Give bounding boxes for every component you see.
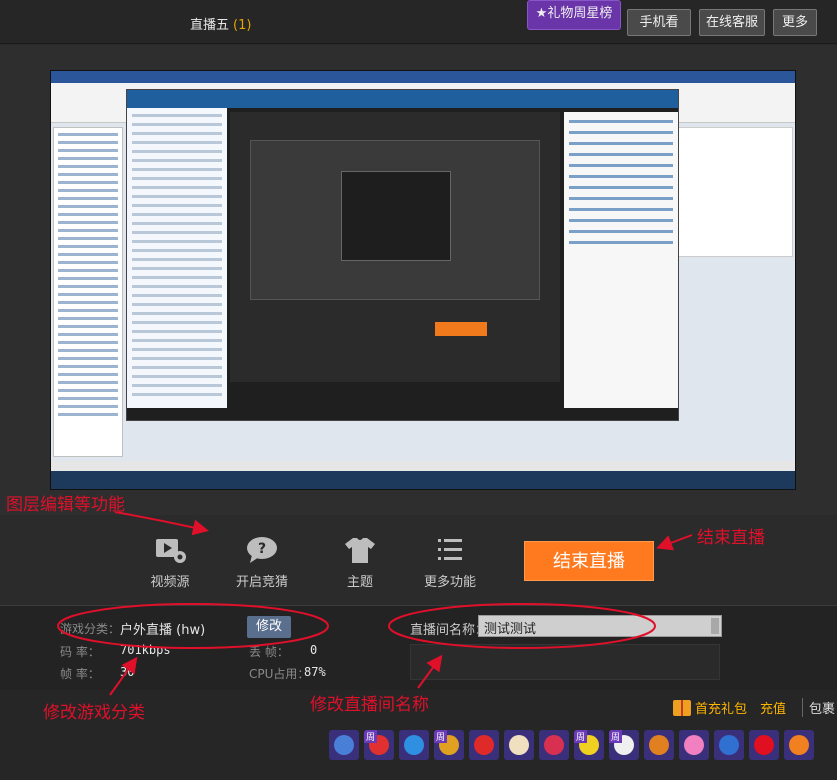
gift-icon-shape [684, 735, 704, 755]
gift-icon-shape [789, 735, 809, 755]
recharge-link[interactable]: 充值 [760, 698, 786, 717]
gift-box-icon [673, 700, 691, 716]
blue-bird-icon[interactable] [399, 730, 429, 760]
preview-statusbar [51, 461, 795, 471]
basketball-icon[interactable] [784, 730, 814, 760]
heart-box-icon[interactable]: 周 [364, 730, 394, 760]
modify-game-button[interactable]: 修改 [247, 616, 291, 638]
room-name-scrollbar[interactable] [711, 618, 719, 634]
preview-taskbar [51, 471, 795, 489]
end-live-button[interactable]: 结束直播 [524, 541, 654, 581]
bitrate-label: 码 率： [60, 645, 100, 659]
list-icon [432, 535, 468, 565]
video-source-icon [152, 535, 188, 565]
apple-icon[interactable] [469, 730, 499, 760]
bitrate-value: 701kbps [120, 643, 171, 657]
room-title-text: 直播五 [190, 18, 230, 33]
gift-icon-shape [474, 735, 494, 755]
penguin-icon[interactable]: 周 [609, 730, 639, 760]
preview-contacts [127, 108, 227, 408]
gift-icon-shape [509, 735, 529, 755]
preview-live-app [126, 89, 679, 421]
room-viewer-count: (1) [233, 18, 252, 33]
annotation-modify-room: 修改直播间名称 [310, 695, 429, 715]
cpu-usage-label: CPU占用： [249, 667, 310, 681]
video-source-button[interactable]: 视频源 [145, 535, 195, 590]
gift-icon-shape [649, 735, 669, 755]
online-service-button[interactable]: 在线客服 [699, 9, 765, 36]
preview-app-header [127, 90, 678, 108]
quiz-bubble-icon: ? [244, 535, 280, 565]
annotation-modify-game: 修改游戏分类 [43, 703, 145, 723]
wave-icon[interactable] [714, 730, 744, 760]
rocket-icon[interactable] [329, 730, 359, 760]
first-recharge-gift-label: 首充礼包 [695, 702, 748, 717]
gift-rank-button[interactable]: ★礼物周星榜 [527, 0, 621, 30]
gift-icon-shape [334, 735, 354, 755]
stream-info-panel: 游戏分类： 户外直播 (hw) 修改 码 率： 701kbps 帧 率： 30 … [0, 605, 837, 690]
frame-rate-value: 30 [120, 665, 135, 679]
stream-preview-screen [50, 70, 796, 490]
phone-watch-button[interactable]: 手机看 [627, 9, 691, 36]
preview-chat-panel [564, 112, 678, 408]
gift-icon-shape [719, 735, 739, 755]
weekly-badge: 周 [609, 730, 623, 743]
preview-nested-window-inner [341, 171, 451, 261]
cute-icon[interactable] [679, 730, 709, 760]
lost-frames-label: 丢 帧： [249, 645, 289, 659]
gift-icon-shape [544, 735, 564, 755]
shirt-icon [342, 535, 378, 565]
lost-frames-value: 0 [310, 643, 318, 657]
svg-text:?: ? [258, 541, 266, 557]
first-recharge-gift-link[interactable]: 首充礼包 [673, 698, 747, 717]
gift-icon-shape [754, 735, 774, 755]
preview-window-titlebar [51, 71, 795, 83]
room-name-value: 测试测试 [484, 622, 537, 637]
room-notice-box[interactable] [410, 644, 720, 680]
weekly-badge: 周 [434, 730, 448, 743]
preview-stage [230, 112, 560, 382]
room-name-label: 直播间名称： [410, 623, 489, 638]
package-link[interactable]: 包裹 [802, 698, 835, 717]
more-functions-label: 更多功能 [423, 575, 476, 590]
game-category-value: 户外直播 (hw) [120, 623, 206, 638]
preview-nested-window [250, 140, 540, 300]
cpu-usage-value: 87% [304, 665, 326, 679]
weekly-badge: 周 [574, 730, 588, 743]
red-envelope-icon[interactable] [749, 730, 779, 760]
room-title: 直播五 (1) [190, 14, 251, 33]
annotation-layer-edit: 图层编辑等功能 [6, 495, 125, 515]
video-source-label: 视频源 [150, 575, 190, 590]
gift-list: 周周周周 [329, 730, 829, 762]
preview-doc-outline [53, 127, 123, 457]
preview-doc-page [671, 127, 793, 257]
top-bar: 直播五 (1) ★礼物周星榜 手机看 在线客服 更多 [0, 0, 837, 44]
more-button[interactable]: 更多 [773, 9, 817, 36]
gold-cart-icon[interactable]: 周 [434, 730, 464, 760]
gift-icon-shape [404, 735, 424, 755]
annotation-end-live: 结束直播 [697, 528, 765, 548]
theme-label: 主题 [346, 575, 373, 590]
awesome-icon[interactable] [644, 730, 674, 760]
start-quiz-label: 开启竞猜 [235, 575, 288, 590]
weekly-badge: 周 [364, 730, 378, 743]
stream-preview-area [0, 45, 837, 515]
preview-end-button-mini [435, 322, 487, 336]
game-category-label: 游戏分类： [60, 622, 121, 636]
chick-icon[interactable]: 周 [574, 730, 604, 760]
start-quiz-button[interactable]: ? 开启竞猜 [232, 535, 292, 590]
ball-icon[interactable] [504, 730, 534, 760]
clock-icon[interactable] [539, 730, 569, 760]
room-name-input[interactable]: 测试测试 [478, 615, 722, 637]
theme-button[interactable]: 主题 [340, 535, 380, 590]
more-functions-button[interactable]: 更多功能 [420, 535, 480, 590]
frame-rate-label: 帧 率： [60, 667, 100, 681]
